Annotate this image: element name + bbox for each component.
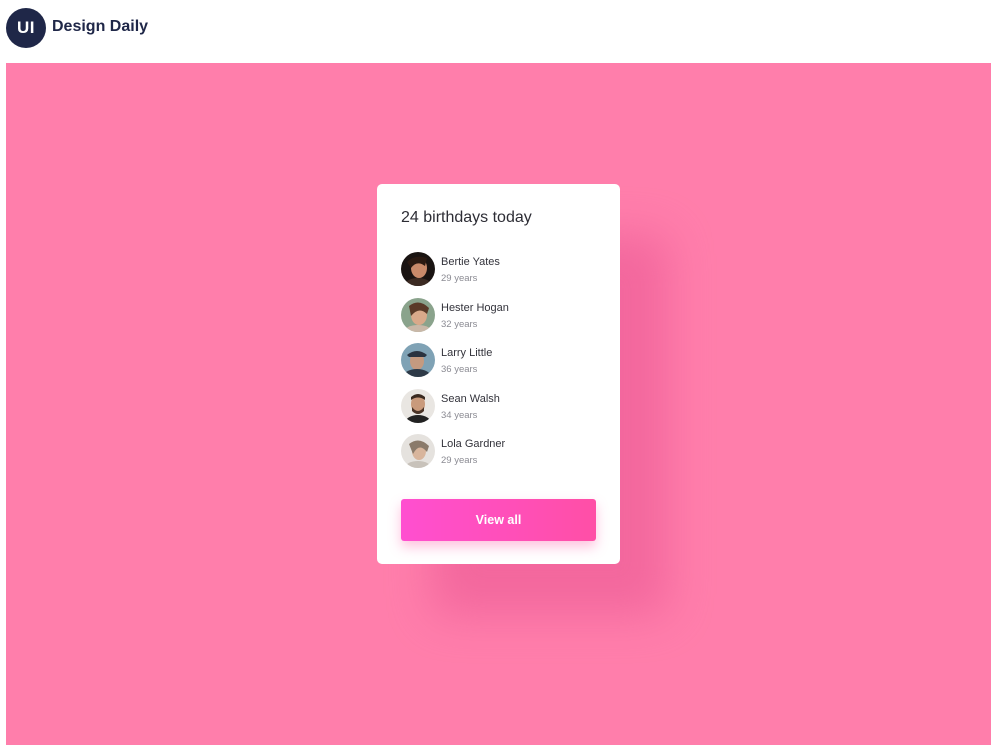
person-name: Larry Little bbox=[441, 347, 493, 359]
person-age: 36 years bbox=[441, 364, 478, 375]
person-name: Hester Hogan bbox=[441, 301, 509, 314]
avatar bbox=[401, 252, 435, 286]
birthday-card: 24 birthdays today Bertie Yates 29 years bbox=[377, 184, 620, 564]
person-name: Bertie Yates bbox=[441, 256, 500, 268]
person-name: Lola Gardner bbox=[441, 438, 506, 450]
person-age: 34 years bbox=[441, 409, 478, 421]
list-item[interactable]: Hester Hogan 32 years bbox=[401, 297, 601, 344]
logo-badge[interactable]: UI bbox=[6, 8, 46, 48]
person-age: 29 years bbox=[441, 455, 478, 466]
avatar bbox=[401, 388, 435, 423]
list-item[interactable]: Sean Walsh 34 years bbox=[401, 388, 601, 435]
avatar bbox=[401, 297, 435, 332]
list-item[interactable]: Lola Gardner 29 years bbox=[401, 434, 601, 480]
brand-name[interactable]: Design Daily bbox=[52, 18, 148, 36]
birthday-list: Bertie Yates 29 years Hester Hogan 32 ye… bbox=[401, 252, 601, 480]
list-item[interactable]: Bertie Yates 29 years bbox=[401, 252, 601, 298]
card-title: 24 birthdays today bbox=[401, 209, 532, 226]
avatar bbox=[401, 343, 435, 377]
view-all-button[interactable]: View all bbox=[401, 499, 596, 541]
person-name: Sean Walsh bbox=[441, 392, 500, 405]
person-age: 32 years bbox=[441, 318, 478, 330]
list-item[interactable]: Larry Little 36 years bbox=[401, 343, 601, 389]
person-age: 29 years bbox=[441, 273, 478, 284]
avatar bbox=[401, 434, 435, 468]
top-header: UI Design Daily bbox=[0, 0, 998, 62]
